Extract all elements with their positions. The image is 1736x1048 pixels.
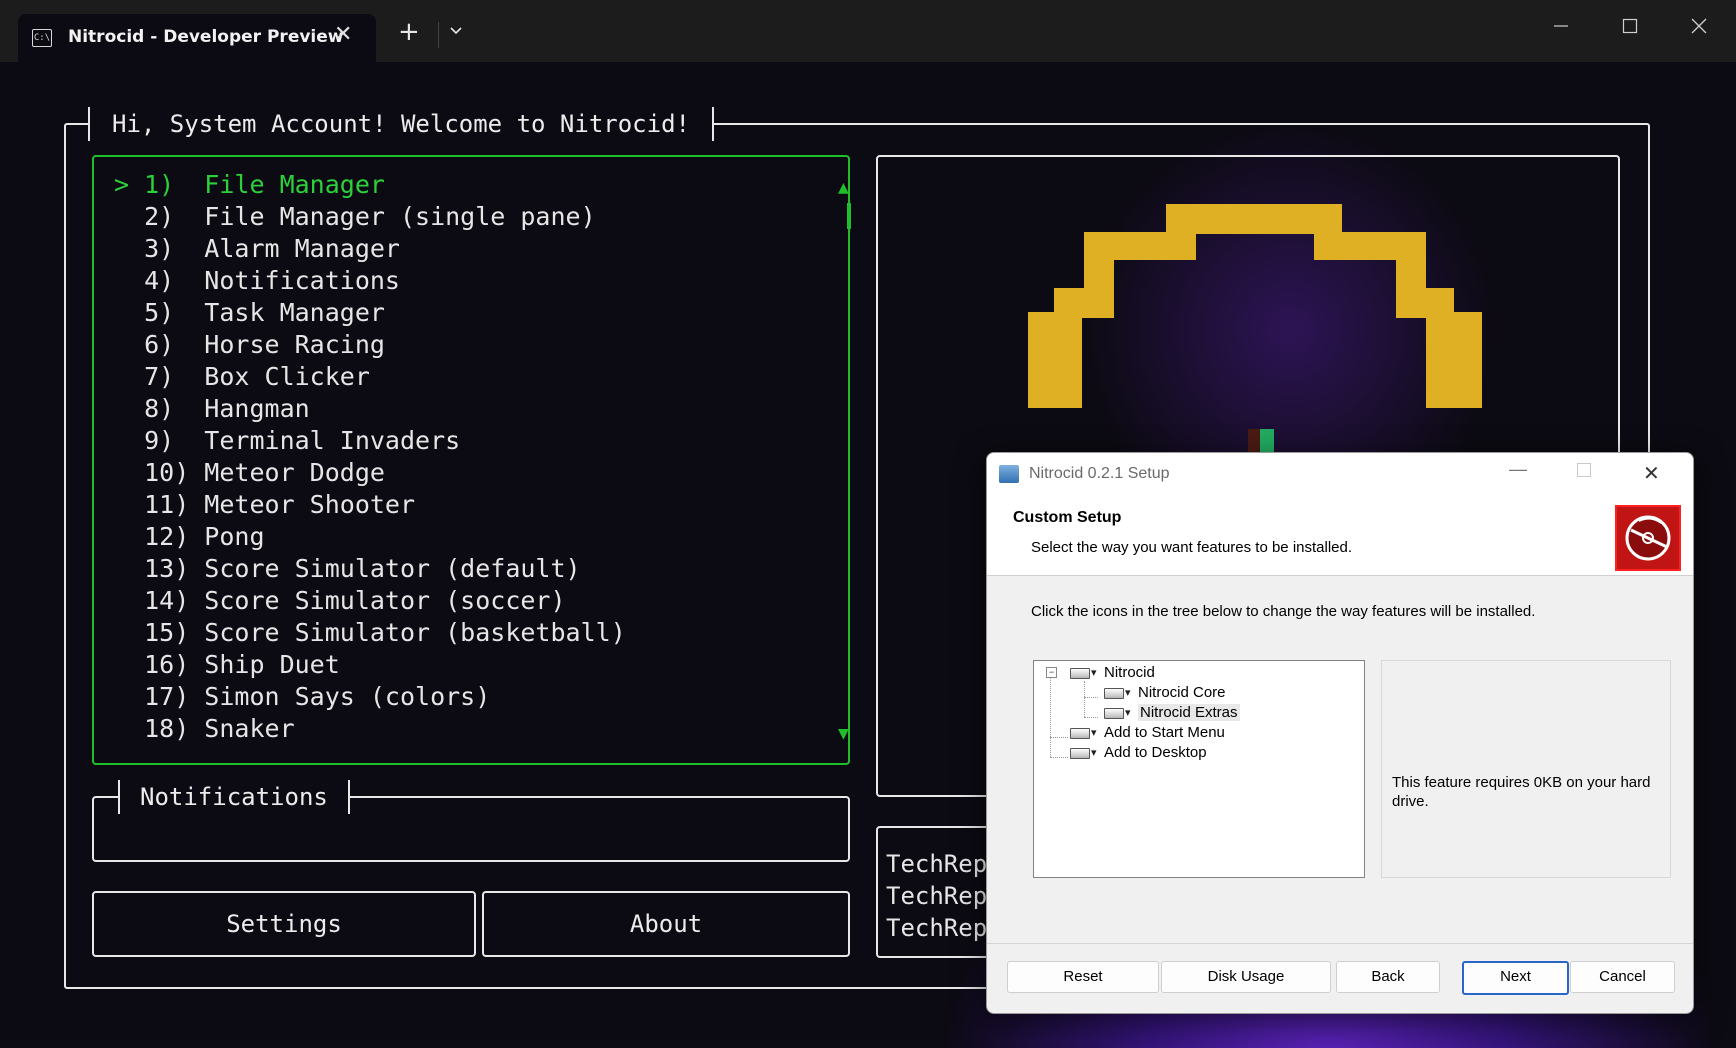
title-bar: C:\ Nitrocid - Developer Preview ✕ + <box>0 0 1736 62</box>
collapse-icon[interactable]: − <box>1046 667 1057 678</box>
close-window-icon[interactable] <box>1690 16 1708 41</box>
tab-title: Nitrocid - Developer Preview <box>68 27 344 47</box>
tree-item-label: Nitrocid Core <box>1138 684 1226 701</box>
scrollbar-track[interactable] <box>848 203 850 723</box>
installer-icon <box>999 465 1019 483</box>
tree-item[interactable]: Add to Start Menu <box>1070 723 1225 743</box>
disc-logo-icon <box>1615 505 1681 571</box>
close-tab-icon[interactable]: ✕ <box>334 22 352 47</box>
chevron-down-icon[interactable] <box>448 22 464 42</box>
menu-item[interactable]: 15) Score Simulator (basketball) <box>114 617 626 649</box>
terminal-window: C:\ Nitrocid - Developer Preview ✕ + Hi,… <box>0 0 1736 1048</box>
rss-headline: TechRepu <box>886 850 1002 878</box>
menu-item[interactable]: 6) Horse Racing <box>114 329 385 361</box>
feature-state-icon[interactable] <box>1104 683 1134 703</box>
tree-line <box>1050 757 1068 758</box>
tree-item[interactable]: Nitrocid Core <box>1104 683 1226 703</box>
tree-line <box>1050 677 1051 757</box>
menu-item[interactable]: 16) Ship Duet <box>114 649 340 681</box>
cancel-button[interactable]: Cancel <box>1570 961 1675 993</box>
menu-item[interactable]: 14) Score Simulator (soccer) <box>114 585 565 617</box>
menu-item[interactable]: 3) Alarm Manager <box>114 233 400 265</box>
dialog-subheading: Select the way you want features to be i… <box>1031 539 1353 556</box>
menu-item[interactable]: 18) Snaker <box>114 713 295 745</box>
tree-line <box>1084 717 1098 718</box>
menu-item[interactable]: 11) Meteor Shooter <box>114 489 415 521</box>
dialog-close-icon[interactable]: ✕ <box>1643 461 1660 486</box>
feature-state-icon[interactable] <box>1070 723 1100 743</box>
next-button[interactable]: Next <box>1462 961 1569 995</box>
welcome-title: Hi, System Account! Welcome to Nitrocid! <box>88 107 714 141</box>
dialog-title: Nitrocid 0.2.1 Setup <box>1029 465 1170 482</box>
feature-state-icon[interactable] <box>1104 703 1134 723</box>
menu-item[interactable]: > 1) File Manager <box>114 169 385 201</box>
tree-item[interactable]: Add to Desktop <box>1070 743 1207 763</box>
dialog-banner: Custom Setup Select the way you want fea… <box>987 495 1693 576</box>
titlebar-divider <box>438 22 439 48</box>
disk-usage-button[interactable]: Disk Usage <box>1161 961 1331 993</box>
dialog-heading: Custom Setup <box>1013 509 1122 526</box>
menu-item[interactable]: 4) Notifications <box>114 265 400 297</box>
terminal-icon: C:\ <box>32 29 52 47</box>
tree-item-label: Add to Desktop <box>1104 744 1207 761</box>
scroll-down-icon[interactable]: ▼ <box>838 723 849 744</box>
scroll-up-icon[interactable]: ▲ <box>838 177 849 198</box>
menu-item[interactable]: 9) Terminal Invaders <box>114 425 460 457</box>
dialog-maximize-icon <box>1577 463 1591 477</box>
tree-item-label: Nitrocid <box>1104 664 1155 681</box>
menu-item[interactable]: 17) Simon Says (colors) <box>114 681 490 713</box>
notifications-title: Notifications <box>118 780 350 814</box>
tree-line <box>1084 681 1085 717</box>
maximize-icon[interactable] <box>1621 16 1639 41</box>
setup-dialog: Nitrocid 0.2.1 Setup — ✕ Custom Setup Se… <box>986 452 1694 1014</box>
rss-headline: TechRepu <box>886 914 1002 942</box>
menu-item[interactable]: 10) Meteor Dodge <box>114 457 385 489</box>
dialog-title-bar: Nitrocid 0.2.1 Setup — ✕ <box>987 453 1693 495</box>
feature-state-icon[interactable] <box>1070 663 1100 683</box>
about-button[interactable]: About <box>482 891 850 957</box>
dialog-instruction: Click the icons in the tree below to cha… <box>1031 603 1536 620</box>
scrollbar-thumb[interactable] <box>847 203 851 229</box>
feature-tree: − Nitrocid Nitrocid Core Nitrocid Extras Ad… <box>1033 660 1365 878</box>
app-menu-list: > 1) File Manager 2) File Manager (singl… <box>92 155 851 765</box>
reset-button[interactable]: Reset <box>1007 961 1159 993</box>
minimize-icon[interactable] <box>1552 16 1570 41</box>
dialog-minimize-icon[interactable]: — <box>1509 459 1527 480</box>
tab-nitrocid[interactable]: C:\ Nitrocid - Developer Preview ✕ <box>18 14 376 62</box>
back-button[interactable]: Back <box>1336 961 1440 993</box>
tree-item-label: Add to Start Menu <box>1104 724 1225 741</box>
tree-item[interactable]: Nitrocid <box>1070 663 1155 683</box>
menu-item[interactable]: 2) File Manager (single pane) <box>114 201 596 233</box>
tree-line <box>1050 737 1068 738</box>
menu-item[interactable]: 12) Pong <box>114 521 264 553</box>
new-tab-icon[interactable]: + <box>398 19 420 45</box>
menu-item[interactable]: 8) Hangman <box>114 393 310 425</box>
rss-headline: TechRepu <box>886 882 1002 910</box>
menu-item[interactable]: 13) Score Simulator (default) <box>114 553 581 585</box>
settings-button[interactable]: Settings <box>92 891 476 957</box>
dialog-divider <box>987 943 1693 944</box>
feature-description: This feature requires 0KB on your hard d… <box>1392 774 1651 810</box>
menu-item[interactable]: 5) Task Manager <box>114 297 385 329</box>
tree-item[interactable]: Nitrocid Extras <box>1104 703 1240 723</box>
tree-item-label: Nitrocid Extras <box>1138 704 1240 721</box>
menu-item[interactable]: 7) Box Clicker <box>114 361 370 393</box>
feature-state-icon[interactable] <box>1070 743 1100 763</box>
feature-description-panel: This feature requires 0KB on your hard d… <box>1381 660 1671 878</box>
tree-line <box>1084 697 1098 698</box>
